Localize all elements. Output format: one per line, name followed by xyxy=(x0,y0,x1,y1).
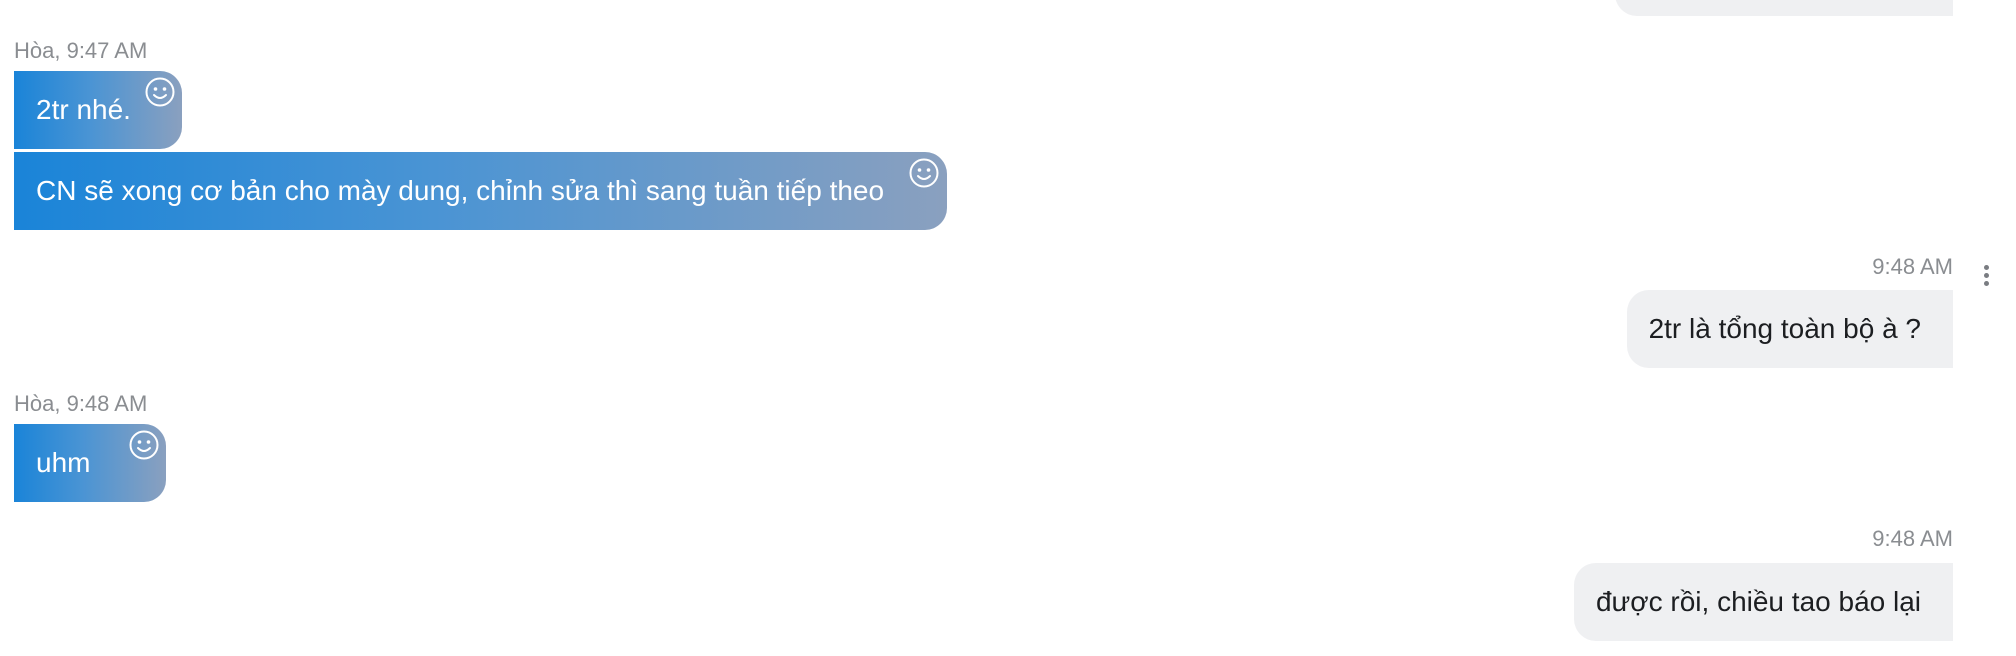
message-text: uhm xyxy=(36,447,91,478)
message-text: 2tr nhé. xyxy=(36,94,131,125)
message-bubble-outgoing[interactable]: được rồi, chiều tao báo lại xyxy=(1573,563,1953,641)
more-options-icon[interactable] xyxy=(1976,262,1996,292)
message-bubble-incoming[interactable]: 2tr nhé. xyxy=(14,71,182,149)
message-text: 2tr là tổng toàn bộ à ? xyxy=(1648,313,1921,344)
smiley-face-icon[interactable] xyxy=(128,429,160,461)
message-thread: Hòa, 9:47 AM 2tr nhé. CN sẽ xong cơ bản … xyxy=(0,0,2016,656)
message-text: CN sẽ xong cơ bản cho mày dung, chỉnh sử… xyxy=(36,175,885,206)
message-bubble-outgoing-partial[interactable] xyxy=(1615,0,1953,16)
message-sender-time: Hòa, 9:48 AM xyxy=(14,391,148,416)
message-text: được rồi, chiều tao báo lại xyxy=(1595,586,1921,617)
message-bubble-incoming[interactable]: uhm xyxy=(14,424,166,502)
message-time: 9:48 AM xyxy=(1872,254,1953,279)
message-bubble-outgoing[interactable]: 2tr là tổng toàn bộ à ? xyxy=(1626,290,1953,368)
smiley-face-icon[interactable] xyxy=(144,76,176,108)
message-sender-time: Hòa, 9:47 AM xyxy=(14,38,148,63)
message-time: 9:48 AM xyxy=(1872,526,1953,551)
smiley-face-icon[interactable] xyxy=(908,157,940,189)
message-bubble-incoming[interactable]: CN sẽ xong cơ bản cho mày dung, chỉnh sử… xyxy=(14,152,947,230)
